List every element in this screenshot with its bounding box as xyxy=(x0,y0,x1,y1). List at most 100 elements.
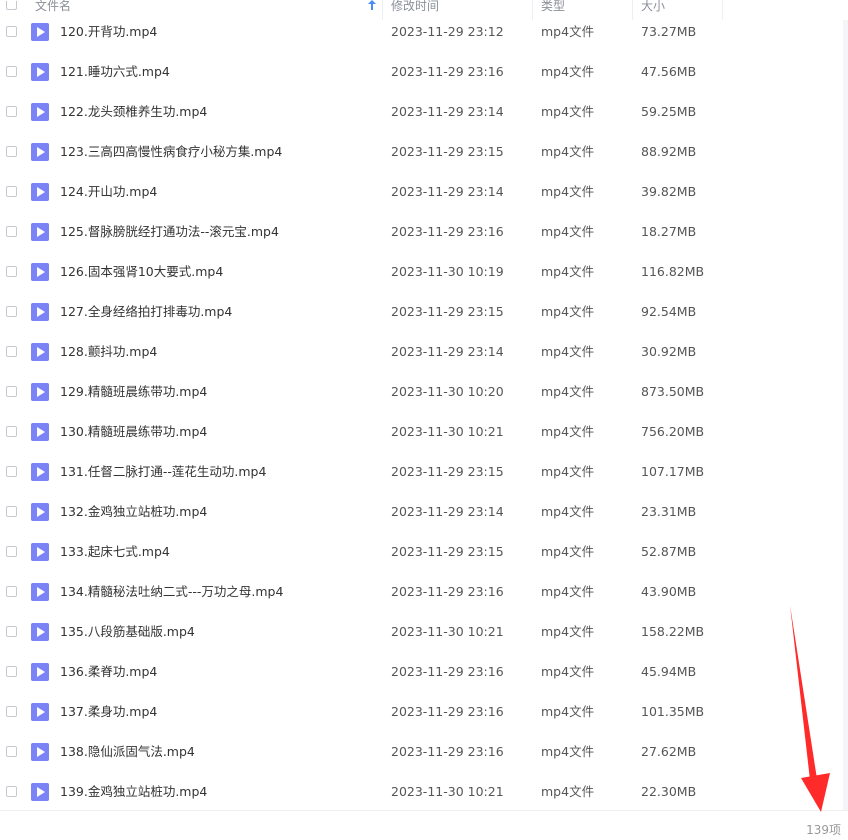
file-name[interactable]: 124.开山功.mp4 xyxy=(60,172,157,212)
file-name[interactable]: 137.柔身功.mp4 xyxy=(60,692,157,732)
file-name[interactable]: 122.龙头颈椎养生功.mp4 xyxy=(60,92,207,132)
file-row[interactable]: 134.精髓秘法吐纳二式---万功之母.mp4 2023-11-29 23:16 m… xyxy=(0,572,848,612)
file-size: 101.35MB xyxy=(641,704,705,719)
video-file-icon xyxy=(31,343,49,361)
file-size: 27.62MB xyxy=(641,744,697,759)
video-file-icon xyxy=(31,223,49,241)
file-name[interactable]: 134.精髓秘法吐纳二式---万功之母.mp4 xyxy=(60,572,283,612)
file-row[interactable]: 122.龙头颈椎养生功.mp4 2023-11-29 23:14 mp4文件 59.2… xyxy=(0,92,848,132)
file-size: 107.17MB xyxy=(641,464,705,479)
video-file-icon xyxy=(31,103,49,121)
file-type: mp4文件 xyxy=(541,784,595,799)
vertical-scrollbar[interactable] xyxy=(843,20,848,810)
row-checkbox[interactable] xyxy=(6,666,17,677)
row-checkbox[interactable] xyxy=(6,426,17,437)
row-checkbox[interactable] xyxy=(6,226,17,237)
file-name[interactable]: 126.固本强肾10大要式.mp4 xyxy=(60,252,223,292)
file-modified-date: 2023-11-29 23:16 xyxy=(391,224,504,239)
video-file-icon xyxy=(31,183,49,201)
file-name[interactable]: 135.八段筋基础版.mp4 xyxy=(60,612,195,652)
file-modified-date: 2023-11-30 10:21 xyxy=(391,784,504,799)
file-row[interactable]: 126.固本强肾10大要式.mp4 2023-11-30 10:19 mp4文件 11… xyxy=(0,252,848,292)
video-file-icon xyxy=(31,383,49,401)
header-checkbox[interactable] xyxy=(6,1,17,10)
file-row[interactable]: 135.八段筋基础版.mp4 2023-11-30 10:21 mp4文件 158.2… xyxy=(0,612,848,652)
file-name[interactable]: 127.全身经络拍打排毒功.mp4 xyxy=(60,292,232,332)
file-row[interactable]: 138.隐仙派固气法.mp4 2023-11-29 23:16 mp4文件 27.62… xyxy=(0,732,848,772)
file-row[interactable]: 120.开背功.mp4 2023-11-29 23:12 mp4文件 73.27MB xyxy=(0,12,848,52)
row-checkbox[interactable] xyxy=(6,626,17,637)
video-file-icon xyxy=(31,543,49,561)
file-row[interactable]: 128.颤抖功.mp4 2023-11-29 23:14 mp4文件 30.92MB xyxy=(0,332,848,372)
file-row[interactable]: 125.督脉膀胱经打通功法--滚元宝.mp4 2023-11-29 23:16 mp… xyxy=(0,212,848,252)
row-checkbox[interactable] xyxy=(6,466,17,477)
file-row[interactable]: 132.金鸡独立站桩功.mp4 2023-11-29 23:14 mp4文件 23.3… xyxy=(0,492,848,532)
row-checkbox[interactable] xyxy=(6,106,17,117)
file-name[interactable]: 130.精髓班晨练带功.mp4 xyxy=(60,412,207,452)
file-type: mp4文件 xyxy=(541,224,595,239)
row-checkbox[interactable] xyxy=(6,66,17,77)
file-row[interactable]: 133.起床七式.mp4 2023-11-29 23:15 mp4文件 52.87MB xyxy=(0,532,848,572)
file-name[interactable]: 121.睡功六式.mp4 xyxy=(60,52,170,92)
file-size: 39.82MB xyxy=(641,184,697,199)
file-row[interactable]: 127.全身经络拍打排毒功.mp4 2023-11-29 23:15 mp4文件 92… xyxy=(0,292,848,332)
file-modified-date: 2023-11-29 23:14 xyxy=(391,104,504,119)
file-name[interactable]: 136.柔脊功.mp4 xyxy=(60,652,157,692)
video-file-icon xyxy=(31,63,49,81)
file-name[interactable]: 139.金鸡独立站桩功.mp4 xyxy=(60,772,207,812)
file-name[interactable]: 132.金鸡独立站桩功.mp4 xyxy=(60,492,207,532)
file-row[interactable]: 130.精髓班晨练带功.mp4 2023-11-30 10:21 mp4文件 756.… xyxy=(0,412,848,452)
row-checkbox[interactable] xyxy=(6,146,17,157)
row-checkbox[interactable] xyxy=(6,506,17,517)
file-name[interactable]: 123.三高四高慢性病食疗小秘方集.mp4 xyxy=(60,132,282,172)
file-type: mp4文件 xyxy=(541,24,595,39)
file-row[interactable]: 129.精髓班晨练带功.mp4 2023-11-30 10:20 mp4文件 873.… xyxy=(0,372,848,412)
file-type: mp4文件 xyxy=(541,464,595,479)
file-modified-date: 2023-11-30 10:19 xyxy=(391,264,504,279)
file-name[interactable]: 131.任督二脉打通--莲花生动功.mp4 xyxy=(60,452,266,492)
video-file-icon xyxy=(31,583,49,601)
file-size: 43.90MB xyxy=(641,584,697,599)
file-row[interactable]: 121.睡功六式.mp4 2023-11-29 23:16 mp4文件 47.56MB xyxy=(0,52,848,92)
row-checkbox[interactable] xyxy=(6,546,17,557)
row-checkbox[interactable] xyxy=(6,306,17,317)
video-file-icon xyxy=(31,263,49,281)
file-modified-date: 2023-11-30 10:21 xyxy=(391,624,504,639)
file-modified-date: 2023-11-29 23:16 xyxy=(391,64,504,79)
file-name[interactable]: 129.精髓班晨练带功.mp4 xyxy=(60,372,207,412)
file-row[interactable]: 124.开山功.mp4 2023-11-29 23:14 mp4文件 39.82MB xyxy=(0,172,848,212)
file-size: 52.87MB xyxy=(641,544,697,559)
file-type: mp4文件 xyxy=(541,344,595,359)
file-type: mp4文件 xyxy=(541,144,595,159)
file-modified-date: 2023-11-29 23:16 xyxy=(391,704,504,719)
file-modified-date: 2023-11-29 23:15 xyxy=(391,304,504,319)
row-checkbox[interactable] xyxy=(6,586,17,597)
file-type: mp4文件 xyxy=(541,744,595,759)
file-name[interactable]: 128.颤抖功.mp4 xyxy=(60,332,157,372)
file-row[interactable]: 136.柔脊功.mp4 2023-11-29 23:16 mp4文件 45.94MB xyxy=(0,652,848,692)
file-modified-date: 2023-11-29 23:15 xyxy=(391,464,504,479)
row-checkbox[interactable] xyxy=(6,786,17,797)
file-row[interactable]: 139.金鸡独立站桩功.mp4 2023-11-30 10:21 mp4文件 22.3… xyxy=(0,772,848,812)
file-type: mp4文件 xyxy=(541,504,595,519)
file-name[interactable]: 125.督脉膀胱经打通功法--滚元宝.mp4 xyxy=(60,212,279,252)
file-name[interactable]: 133.起床七式.mp4 xyxy=(60,532,170,572)
file-row[interactable]: 123.三高四高慢性病食疗小秘方集.mp4 2023-11-29 23:15 mp4… xyxy=(0,132,848,172)
file-size: 45.94MB xyxy=(641,664,697,679)
row-checkbox[interactable] xyxy=(6,706,17,717)
row-checkbox[interactable] xyxy=(6,26,17,37)
file-name[interactable]: 138.隐仙派固气法.mp4 xyxy=(60,732,195,772)
row-checkbox[interactable] xyxy=(6,346,17,357)
row-checkbox[interactable] xyxy=(6,746,17,757)
file-row[interactable]: 137.柔身功.mp4 2023-11-29 23:16 mp4文件 101.35MB xyxy=(0,692,848,732)
row-checkbox[interactable] xyxy=(6,186,17,197)
file-row[interactable]: 131.任督二脉打通--莲花生动功.mp4 2023-11-29 23:15 mp4… xyxy=(0,452,848,492)
file-size: 873.50MB xyxy=(641,384,705,399)
file-name[interactable]: 120.开背功.mp4 xyxy=(60,12,157,52)
row-checkbox[interactable] xyxy=(6,386,17,397)
file-type: mp4文件 xyxy=(541,544,595,559)
file-size: 30.92MB xyxy=(641,344,697,359)
row-checkbox[interactable] xyxy=(6,266,17,277)
file-modified-date: 2023-11-29 23:15 xyxy=(391,144,504,159)
file-size: 59.25MB xyxy=(641,104,697,119)
